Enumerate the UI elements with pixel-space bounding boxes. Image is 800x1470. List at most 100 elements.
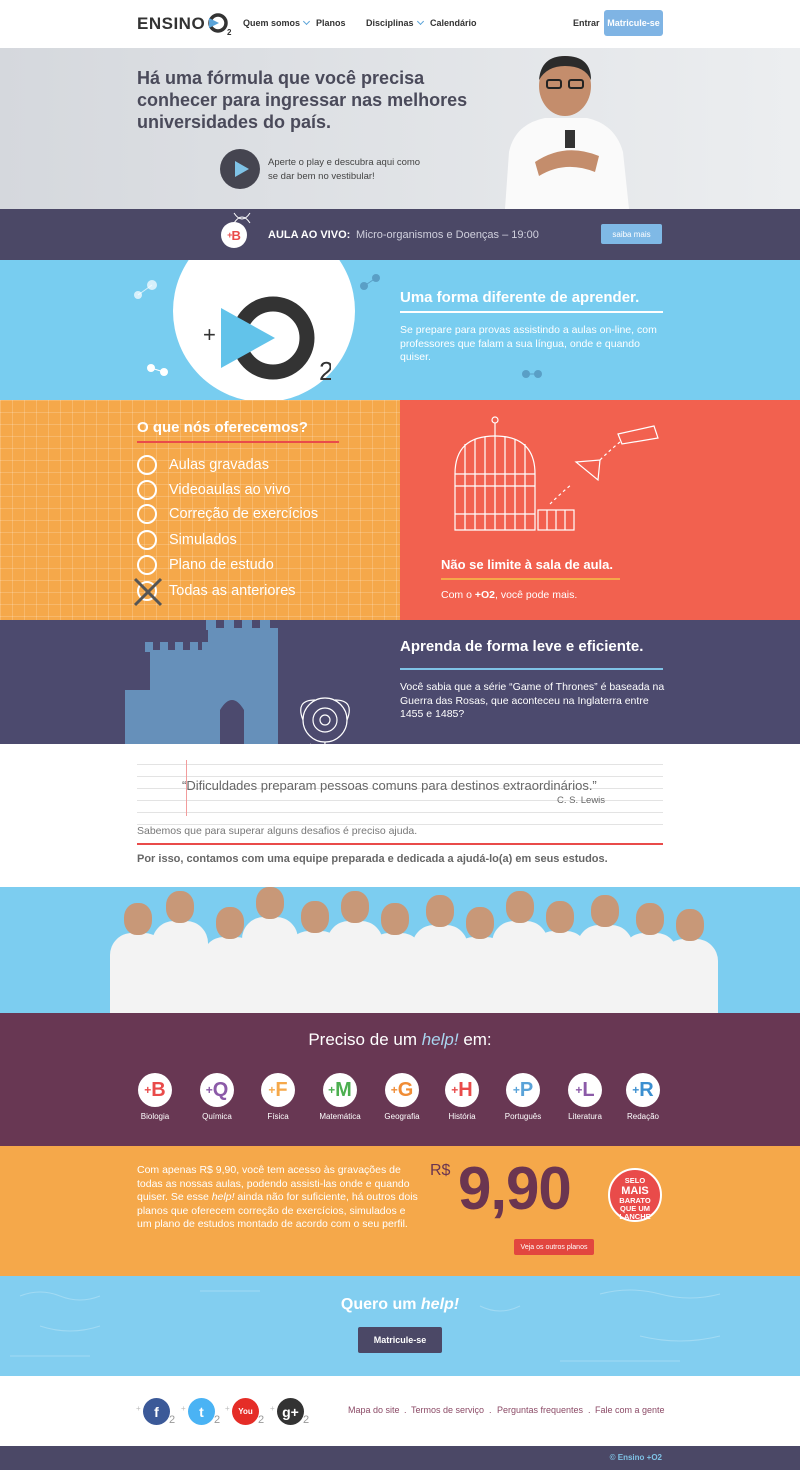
saiba-mais-button[interactable]: saiba mais	[601, 224, 662, 244]
offers-title: O que nós oferecemos?	[137, 419, 308, 436]
site-header: ENSINO 2 Quem somos Planos Disciplinas C…	[0, 0, 800, 48]
circle-icon	[137, 555, 157, 575]
subject-badge-icon: + L	[568, 1073, 602, 1107]
subject-badge-icon: + F	[261, 1073, 295, 1107]
intro-title: Uma forma diferente de aprender.	[400, 289, 640, 306]
footer-link-faq[interactable]: Perguntas frequentes	[497, 1405, 583, 1415]
subject-badge-icon: + R	[626, 1073, 660, 1107]
circle-icon	[137, 480, 157, 500]
login-link[interactable]: Entrar	[573, 18, 600, 28]
cta-title: Quero um help!	[340, 1296, 460, 1313]
teacher-photo	[505, 56, 629, 209]
other-plans-button[interactable]: Veja os outros planos	[514, 1239, 594, 1255]
help-intro-text: Sabemos que para superar alguns desafios…	[137, 825, 418, 837]
subject-label: Português	[504, 1112, 542, 1121]
molecule-icon	[134, 280, 157, 299]
price-amount: 9,90	[458, 1155, 572, 1222]
offer-item: Plano de estudo	[137, 555, 274, 575]
plus-o2-logo-icon: + 2	[203, 296, 331, 386]
divider	[441, 578, 620, 580]
chevron-down-icon	[416, 17, 424, 26]
subject-badge-icon: + M	[323, 1073, 357, 1107]
subject-label: História	[448, 1112, 476, 1121]
plus-icon: +	[270, 1404, 275, 1413]
subject-português[interactable]: + P Português	[493, 1073, 553, 1121]
signup-button[interactable]: Matricule-se	[604, 10, 663, 36]
intro-section: + 2 Uma forma diferente de aprender. Se …	[0, 260, 800, 400]
offer-item: Videoaulas ao vivo	[137, 480, 290, 500]
enroll-button[interactable]: Matricule-se	[358, 1327, 442, 1353]
offer-item: Correção de exercícios	[137, 504, 318, 524]
copyright-bar: © Ensino +O2	[0, 1446, 800, 1470]
quote-author: C. S. Lewis	[557, 795, 606, 806]
subject-badge-icon: + Q	[200, 1073, 234, 1107]
nav-quem-somos[interactable]: Quem somos	[243, 17, 311, 28]
subjects-section: Preciso de um help! em: + B Biologia + Q Quím…	[0, 1013, 800, 1146]
hero-headline: Há uma fórmula que você precisa conhecer…	[137, 68, 468, 132]
crossed-circle-icon	[133, 577, 163, 607]
hero-section: Há uma fórmula que você precisa conhecer…	[0, 48, 800, 209]
castle-illustration	[125, 620, 350, 744]
subject-redação[interactable]: + R Redação	[613, 1073, 673, 1121]
svg-text:2: 2	[227, 28, 232, 36]
subscript-2: 2	[303, 1414, 310, 1426]
price-seal-badge: SELO MAIS BARATO QUE UM LANCHE	[608, 1168, 662, 1222]
team-photo	[0, 887, 800, 1013]
plus-icon: +	[181, 1404, 186, 1413]
logo-text: ENSINO	[137, 14, 206, 33]
googleplus-icon[interactable]: g+	[277, 1398, 304, 1425]
subject-label: Química	[202, 1112, 232, 1121]
twitter-icon[interactable]: t	[188, 1398, 215, 1425]
subject-badge-icon: + H	[445, 1073, 479, 1107]
subject-label: Literatura	[568, 1112, 602, 1121]
circle-icon	[137, 504, 157, 524]
divider	[137, 843, 663, 845]
nav-planos[interactable]: Planos	[316, 18, 346, 28]
footer-link-termos[interactable]: Termos de serviço	[411, 1405, 484, 1415]
site-footer: + f 2 + t 2 + You 2 + g+ 2 Mapa do site . Termos de…	[0, 1376, 800, 1446]
nav-calendario[interactable]: Calendário	[430, 18, 477, 28]
facebook-icon[interactable]: f	[143, 1398, 170, 1425]
divider	[400, 311, 663, 313]
subscript-2: 2	[258, 1414, 265, 1426]
youtube-icon[interactable]: You	[232, 1398, 259, 1425]
team-intro-text: Por isso, contamos com uma equipe prepar…	[137, 853, 608, 865]
subject-badge-icon: + B	[138, 1073, 172, 1107]
molecule-icon	[147, 364, 168, 376]
divider	[400, 668, 663, 670]
subject-física[interactable]: + F Física	[248, 1073, 308, 1121]
offers-illustration-panel: Não se limite à sala de aula. Com o +O2,…	[400, 400, 800, 620]
pricing-section: Com apenas R$ 9,90, você tem acesso às g…	[0, 1146, 800, 1276]
footer-link-contato[interactable]: Fale com a gente	[595, 1405, 665, 1415]
circle-icon	[137, 455, 157, 475]
site-logo[interactable]: ENSINO 2	[137, 12, 233, 36]
subject-história[interactable]: + H História	[432, 1073, 492, 1121]
subject-biologia[interactable]: + B Biologia	[125, 1073, 185, 1121]
offers-right-subtitle: Com o +O2, você pode mais.	[441, 589, 578, 601]
plus-icon: +	[225, 1404, 230, 1413]
offer-item: Aulas gravadas	[137, 455, 269, 475]
play-button[interactable]	[220, 149, 260, 189]
quote-section: “Dificuldades preparam pessoas comuns pa…	[0, 744, 800, 887]
offer-item-checked: Todas as anteriores	[133, 577, 296, 607]
subject-badge-icon: + P	[506, 1073, 540, 1107]
offer-item: Simulados	[137, 530, 237, 550]
subject-geografia[interactable]: + G Geografia	[372, 1073, 432, 1121]
pricing-text: Com apenas R$ 9,90, você tem acesso às g…	[137, 1164, 418, 1230]
formula-background	[10, 1289, 721, 1362]
chevron-down-icon	[302, 17, 311, 26]
intro-logo-circle: + 2	[173, 260, 355, 400]
fun-fact-title: Aprenda de forma leve e eficiente.	[400, 638, 644, 655]
divider	[137, 441, 339, 443]
copyright-text: © Ensino +O2	[609, 1453, 662, 1462]
subject-matemática[interactable]: + M Matemática	[310, 1073, 370, 1121]
biologia-badge-icon: + B	[221, 222, 247, 248]
footer-link-mapa[interactable]: Mapa do site	[348, 1405, 400, 1415]
live-topic: Micro-organismos e Doenças – 19:00	[356, 229, 539, 241]
nav-disciplinas[interactable]: Disciplinas	[366, 17, 424, 28]
birdcage-icon	[454, 416, 659, 531]
subjects-title: Preciso de um help! em:	[308, 1030, 492, 1049]
subject-química[interactable]: + Q Química	[187, 1073, 247, 1121]
subject-literatura[interactable]: + L Literatura	[555, 1073, 615, 1121]
dna-icon	[233, 212, 251, 224]
